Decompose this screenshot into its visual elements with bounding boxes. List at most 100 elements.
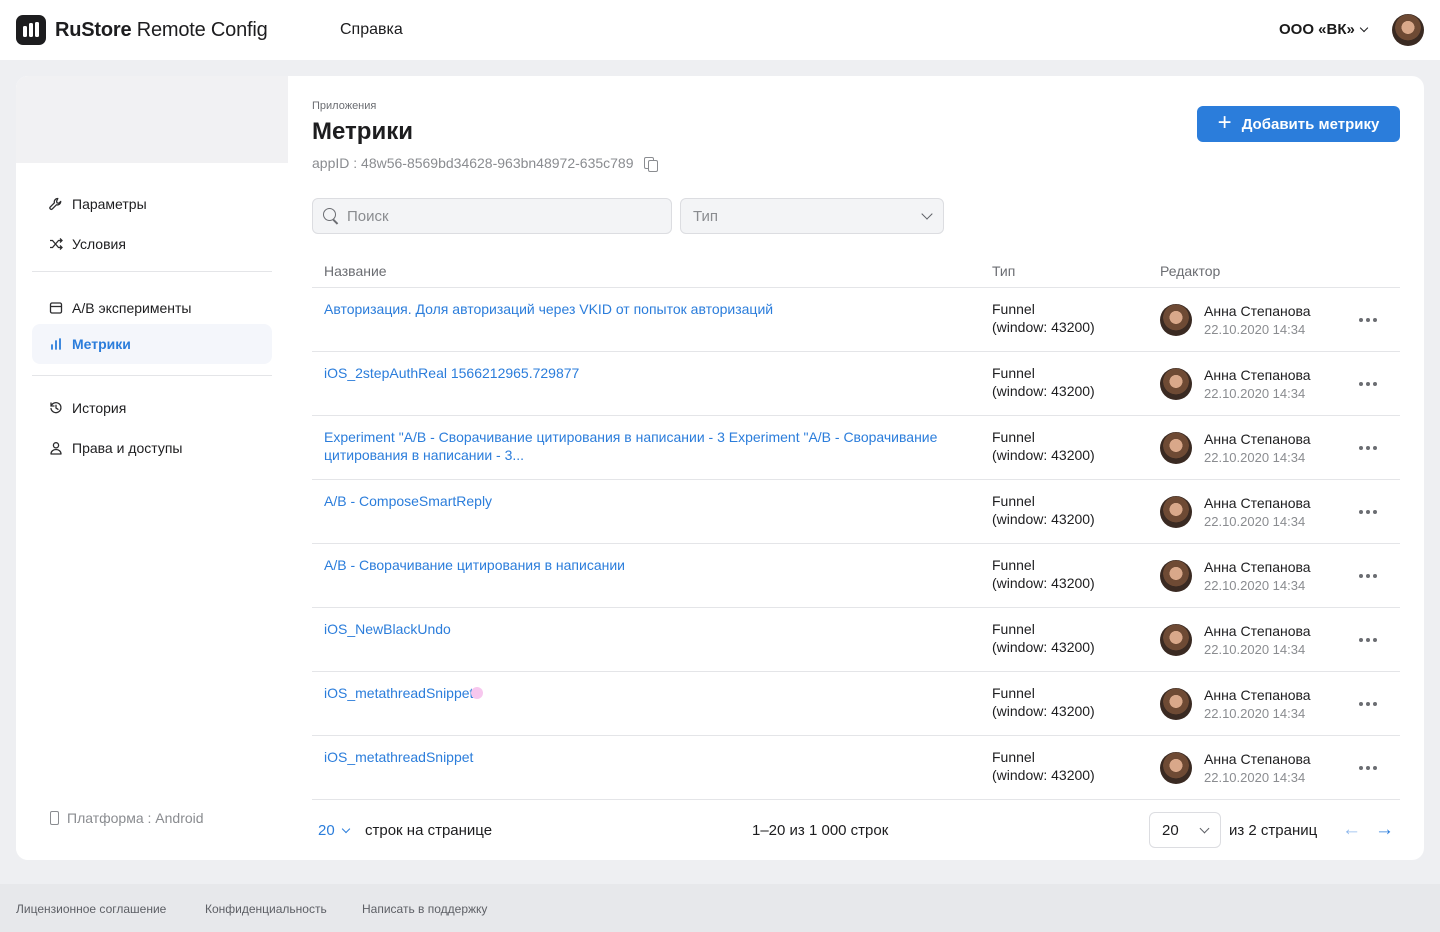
more-icon[interactable] xyxy=(1352,372,1384,396)
table-row[interactable]: Авторизация. Доля авторизаций через VKID… xyxy=(312,288,1400,352)
page-size-select[interactable]: 20 xyxy=(318,822,350,839)
editor-avatar xyxy=(1160,432,1192,464)
app-logo[interactable]: RuStore Remote Config xyxy=(16,15,268,45)
editor-avatar xyxy=(1160,752,1192,784)
plus-icon: + xyxy=(1217,109,1232,136)
table-row[interactable]: iOS_metathreadSnippet Funnel (window: 432… xyxy=(312,672,1400,736)
editor-name: Анна Степанова xyxy=(1204,559,1311,575)
editor-avatar xyxy=(1160,368,1192,400)
content-card: Параметры Условия A/B эксперименты Метри… xyxy=(16,76,1424,860)
metric-name-link[interactable]: iOS_metathreadSnippet xyxy=(324,685,473,701)
user-avatar[interactable] xyxy=(1392,14,1424,46)
edit-date: 22.10.2020 14:34 xyxy=(1204,578,1306,593)
app-name: RuStore Remote Config xyxy=(55,18,268,41)
editor-name: Анна Степанова xyxy=(1204,687,1311,703)
sidebar-divider xyxy=(32,271,272,272)
metric-name-link[interactable]: iOS_2stepAuthReal 1566212965.729877 xyxy=(324,364,964,382)
top-bar: RuStore Remote Config Справка ООО «ВК» xyxy=(0,0,1440,60)
type-select[interactable]: Тип xyxy=(680,198,944,234)
table-row[interactable]: iOS_NewBlackUndo Funnel (window: 43200) А… xyxy=(312,608,1400,672)
edit-date: 22.10.2020 14:34 xyxy=(1204,770,1306,785)
app-id: appID : 48w56-8569bd34628-963bn48972-635… xyxy=(312,155,658,172)
license-link[interactable]: Лицензионное соглашение xyxy=(16,902,166,916)
privacy-link[interactable]: Конфиденциальность xyxy=(205,902,327,916)
sidebar-item-history[interactable]: История xyxy=(32,388,272,428)
column-name[interactable]: Название xyxy=(324,263,387,279)
metric-name-link[interactable]: A/B - ComposeSmartReply xyxy=(324,492,964,510)
platform-label: Платформа : Android xyxy=(67,810,204,826)
history-icon xyxy=(48,400,64,416)
next-page-arrow-icon[interactable]: → xyxy=(1375,820,1394,840)
pages-total: из 2 страниц xyxy=(1229,822,1318,839)
table-row[interactable]: Experiment "A/B - Сворачивание цитирован… xyxy=(312,416,1400,480)
table-row[interactable]: A/B - ComposeSmartReply Funnel (window: 4… xyxy=(312,480,1400,544)
column-type[interactable]: Тип xyxy=(992,263,1015,279)
page-size-value: 20 xyxy=(318,822,335,839)
add-metric-button[interactable]: + Добавить метрику xyxy=(1197,106,1400,142)
table-row[interactable]: iOS_metathreadSnippet Funnel (window: 432… xyxy=(312,736,1400,800)
editor-avatar xyxy=(1160,624,1192,656)
editor-avatar xyxy=(1160,304,1192,336)
metric-type: Funnel (window: 43200) xyxy=(992,557,1095,591)
bar-chart-icon xyxy=(48,336,64,352)
metric-name-link[interactable]: Авторизация. Доля авторизаций через VKID… xyxy=(324,300,964,318)
search-box[interactable] xyxy=(312,198,672,234)
sidebar-item-label: Метрики xyxy=(72,336,131,352)
sidebar-item-label: Параметры xyxy=(72,196,147,212)
more-icon[interactable] xyxy=(1352,628,1384,652)
more-icon[interactable] xyxy=(1352,756,1384,780)
type-select-placeholder: Тип xyxy=(693,207,719,225)
support-link[interactable]: Написать в поддержку xyxy=(362,902,487,916)
metric-type: Funnel (window: 43200) xyxy=(992,685,1095,719)
sidebar-item-metrics[interactable]: Метрики xyxy=(32,324,272,364)
help-link[interactable]: Справка xyxy=(340,21,403,39)
rows-per-page-label: строк на странице xyxy=(365,822,493,839)
table-row[interactable]: A/B - Сворачивание цитирования в написан… xyxy=(312,544,1400,608)
metric-name-link[interactable]: A/B - Сворачивание цитирования в написан… xyxy=(324,556,964,574)
page-title: Метрики xyxy=(312,118,413,145)
page-select[interactable]: 20 xyxy=(1149,812,1221,848)
shuffle-icon xyxy=(48,236,64,252)
edit-date: 22.10.2020 14:34 xyxy=(1204,514,1306,529)
edit-date: 22.10.2020 14:34 xyxy=(1204,322,1306,337)
more-icon[interactable] xyxy=(1352,692,1384,716)
pagination: 20 строк на странице 1–20 из 1 000 строк… xyxy=(312,812,1400,848)
editor-avatar xyxy=(1160,560,1192,592)
metric-name-link[interactable]: iOS_NewBlackUndo xyxy=(324,620,964,638)
copy-icon[interactable] xyxy=(643,156,658,172)
sidebar-item-label: Права и доступы xyxy=(72,440,183,456)
metric-type: Funnel (window: 43200) xyxy=(992,621,1095,655)
table-row[interactable]: iOS_2stepAuthReal 1566212965.729877 Funn… xyxy=(312,352,1400,416)
more-icon[interactable] xyxy=(1352,564,1384,588)
more-icon[interactable] xyxy=(1352,308,1384,332)
sidebar-item-parameters[interactable]: Параметры xyxy=(32,184,272,224)
sidebar-divider xyxy=(32,375,272,376)
sidebar-item-conditions[interactable]: Условия xyxy=(32,224,272,264)
editor-avatar xyxy=(1160,688,1192,720)
org-switcher[interactable]: ООО «ВК» xyxy=(1279,21,1369,38)
edit-date: 22.10.2020 14:34 xyxy=(1204,450,1306,465)
column-editor[interactable]: Редактор xyxy=(1160,263,1220,279)
more-icon[interactable] xyxy=(1352,436,1384,460)
chevron-down-icon xyxy=(921,208,933,220)
more-icon[interactable] xyxy=(1352,500,1384,524)
sidebar-item-label: История xyxy=(72,400,127,416)
chevron-down-icon xyxy=(341,824,350,834)
breadcrumb[interactable]: Приложения xyxy=(312,100,376,112)
search-input[interactable] xyxy=(347,207,647,225)
platform-info: Платформа : Android xyxy=(50,810,204,826)
prev-page-arrow-icon[interactable]: ← xyxy=(1342,820,1361,840)
metric-type: Funnel (window: 43200) xyxy=(992,301,1095,335)
search-icon xyxy=(323,208,339,224)
rustore-logo-icon xyxy=(16,15,46,45)
metric-name-link[interactable]: Experiment "A/B - Сворачивание цитирован… xyxy=(324,428,964,464)
add-metric-label: Добавить метрику xyxy=(1241,115,1380,133)
wrench-icon xyxy=(48,196,64,212)
sidebar-item-ab-experiments[interactable]: A/B эксперименты xyxy=(32,288,272,328)
org-name: ООО «ВК» xyxy=(1279,21,1355,38)
metric-name-link[interactable]: iOS_metathreadSnippet xyxy=(324,748,964,766)
sidebar: Параметры Условия A/B эксперименты Метри… xyxy=(16,76,288,860)
sidebar-item-label: Условия xyxy=(72,236,126,252)
sidebar-item-access[interactable]: Права и доступы xyxy=(32,428,272,468)
editor-name: Анна Степанова xyxy=(1204,495,1311,511)
